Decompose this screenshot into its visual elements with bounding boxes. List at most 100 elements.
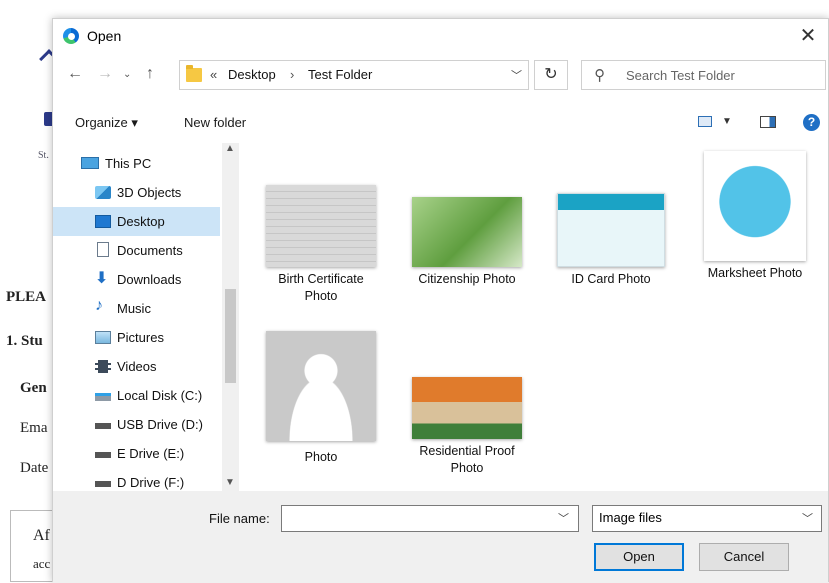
- file-name: Marksheet Photo: [707, 266, 803, 280]
- nav-item-this-pc[interactable]: This PC: [53, 149, 220, 178]
- file-item-photo[interactable]: Photo: [261, 331, 381, 466]
- breadcrumb-desktop[interactable]: Desktop: [228, 67, 276, 82]
- address-overflow[interactable]: «: [210, 67, 217, 82]
- background-text: Af: [33, 527, 50, 544]
- edge-browser-icon: [63, 28, 79, 44]
- file-thumbnail: [704, 151, 806, 261]
- file-item-marksheet[interactable]: Marksheet Photo: [695, 151, 815, 282]
- nav-item-label: Desktop: [117, 214, 165, 229]
- nav-item-videos[interactable]: Videos: [53, 352, 220, 381]
- breadcrumb-test-folder[interactable]: Test Folder: [308, 67, 372, 82]
- dialog-title: Open: [87, 28, 122, 44]
- file-name: Citizenship Photo: [418, 272, 516, 286]
- background-text: PLEA: [6, 289, 47, 305]
- nav-item-label: Videos: [117, 359, 157, 374]
- computer-icon: [81, 157, 99, 169]
- file-item-residential-proof[interactable]: Residential Proof Photo: [407, 377, 527, 477]
- file-name: Photo: [304, 450, 338, 464]
- drive-icon: [95, 393, 111, 401]
- nav-item-usb-drive-d[interactable]: USB Drive (D:): [53, 410, 220, 439]
- forward-arrow-icon[interactable]: →: [97, 65, 113, 83]
- pictures-icon: [95, 331, 111, 344]
- file-item-birth-certificate[interactable]: Birth Certificate Photo: [261, 185, 381, 305]
- new-folder-button[interactable]: New folder: [184, 115, 246, 130]
- scroll-down-icon[interactable]: ▼: [225, 477, 235, 488]
- open-file-dialog: Open ✕ ← → ⌄ ↑ « Desktop › Test Folder ﹀…: [52, 18, 829, 583]
- nav-item-label: Documents: [117, 243, 183, 258]
- nav-item-local-disk-c[interactable]: Local Disk (C:): [53, 381, 220, 410]
- file-thumbnail: [412, 377, 522, 439]
- drive-icon: [95, 423, 111, 429]
- drive-icon: [95, 452, 111, 458]
- nav-item-desktop[interactable]: Desktop: [53, 207, 220, 236]
- title-bar: Open ✕: [53, 19, 828, 53]
- music-icon: ♪: [95, 297, 103, 314]
- background-text: Date: [20, 460, 49, 476]
- nav-item-e-drive[interactable]: E Drive (E:): [53, 439, 220, 468]
- file-thumbnail: [412, 197, 522, 267]
- scrollbar-thumb[interactable]: [225, 289, 236, 383]
- back-arrow-icon[interactable]: ←: [67, 65, 83, 83]
- background-text: Gen: [20, 380, 47, 396]
- file-name-label: File name:: [209, 511, 270, 526]
- nav-scrollbar[interactable]: ▲ ▼: [222, 143, 239, 493]
- search-box[interactable]: ⚲ Search Test Folder: [581, 60, 826, 90]
- file-thumbnail: [557, 193, 665, 267]
- file-name-field[interactable]: [281, 505, 579, 532]
- up-arrow-icon[interactable]: ↑: [146, 65, 154, 83]
- nav-item-label: Music: [117, 301, 151, 316]
- organize-button[interactable]: Organize ▾: [75, 115, 138, 131]
- nav-item-label: E Drive (E:): [117, 446, 185, 461]
- file-name: Birth Certificate Photo: [278, 272, 364, 303]
- nav-item-downloads[interactable]: ⬇ Downloads: [53, 265, 220, 294]
- navigation-pane: This PC 3D Objects Desktop Documents ⬇ D…: [53, 143, 241, 493]
- view-options-icon[interactable]: [698, 116, 712, 127]
- background-text: Ema: [20, 420, 48, 436]
- desktop-icon: [95, 215, 111, 228]
- nav-item-label: Local Disk (C:): [117, 388, 203, 403]
- file-thumbnail: [266, 185, 376, 267]
- nav-item-label: Downloads: [117, 272, 182, 287]
- folder-icon: [186, 65, 202, 82]
- cube-icon: [95, 186, 111, 199]
- breadcrumb-separator-icon: ›: [290, 67, 295, 82]
- nav-item-3d-objects[interactable]: 3D Objects: [53, 178, 220, 207]
- search-icon: ⚲: [594, 67, 605, 84]
- file-item-id-card[interactable]: ID Card Photo: [551, 193, 671, 288]
- close-button[interactable]: ✕: [796, 23, 820, 48]
- address-bar[interactable]: « Desktop › Test Folder ﹀: [179, 60, 529, 90]
- chevron-down-icon[interactable]: ﹀: [558, 510, 569, 526]
- preview-pane-icon[interactable]: [760, 116, 776, 128]
- nav-item-label: USB Drive (D:): [117, 417, 203, 432]
- cancel-button[interactable]: Cancel: [699, 543, 789, 571]
- nav-item-pictures[interactable]: Pictures: [53, 323, 220, 352]
- file-list: Birth Certificate Photo Citizenship Phot…: [253, 145, 829, 495]
- file-item-citizenship[interactable]: Citizenship Photo: [407, 197, 527, 288]
- background-text: 1. Stu: [6, 333, 43, 349]
- scroll-up-icon[interactable]: ▲: [225, 143, 235, 154]
- nav-item-label: Pictures: [117, 330, 164, 345]
- file-name: Residential Proof Photo: [419, 444, 515, 475]
- refresh-icon[interactable]: ↻: [534, 60, 568, 90]
- nav-item-documents[interactable]: Documents: [53, 236, 220, 265]
- document-icon: [97, 242, 109, 257]
- drive-icon: [95, 481, 111, 487]
- view-dropdown-icon[interactable]: ▼: [722, 116, 732, 127]
- file-name: ID Card Photo: [571, 272, 651, 286]
- command-toolbar: Organize ▾ New folder ▼ ?: [53, 107, 828, 139]
- chevron-down-icon[interactable]: ﹀: [802, 510, 813, 526]
- navigation-bar: ← → ⌄ ↑ « Desktop › Test Folder ﹀ ↻ ⚲ Se…: [53, 57, 828, 97]
- recent-locations-chevron-icon[interactable]: ⌄: [123, 69, 131, 80]
- download-icon: ⬇: [95, 270, 109, 287]
- video-icon: [95, 360, 111, 373]
- search-input[interactable]: Search Test Folder: [626, 68, 735, 83]
- nav-item-label: D Drive (F:): [117, 475, 185, 490]
- help-icon[interactable]: ?: [803, 114, 820, 131]
- nav-item-label: 3D Objects: [117, 185, 182, 200]
- open-button[interactable]: Open: [594, 543, 684, 571]
- nav-item-label: This PC: [105, 156, 152, 171]
- chevron-down-icon[interactable]: ﹀: [511, 67, 522, 83]
- nav-item-music[interactable]: ♪ Music: [53, 294, 220, 323]
- file-type-select[interactable]: Image files: [592, 505, 822, 532]
- background-text: acc: [33, 556, 51, 571]
